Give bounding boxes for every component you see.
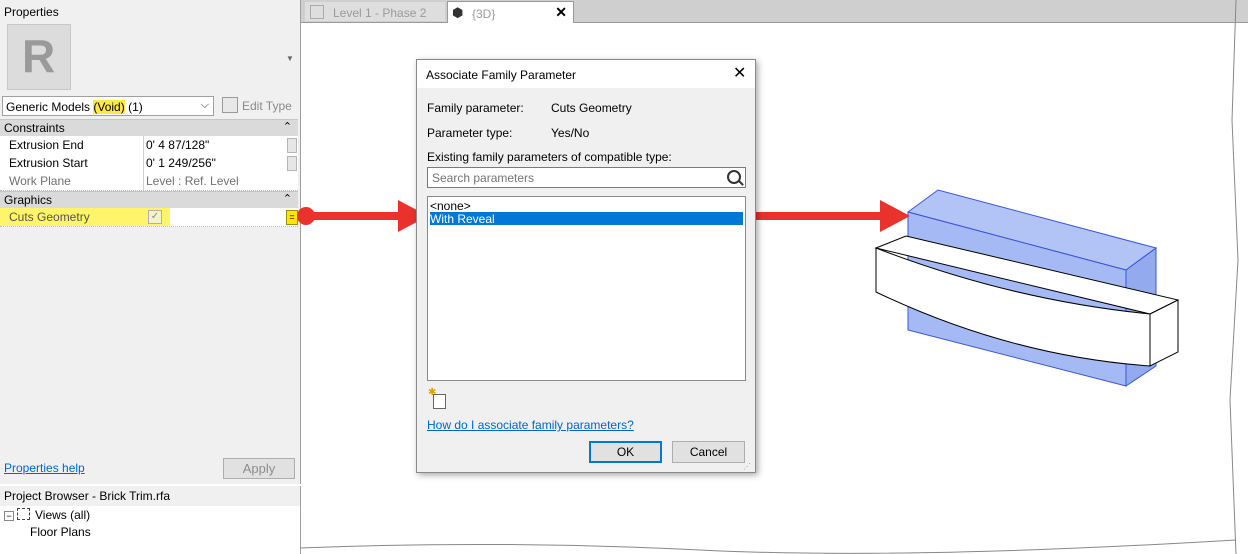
family-parameter-label: Family parameter: (427, 101, 524, 115)
new-parameter-icon[interactable] (428, 387, 446, 409)
ok-button[interactable]: OK (589, 441, 662, 463)
parameter-type-label: Parameter type: (427, 126, 513, 140)
associate-family-parameter-dialog: Associate Family Parameter ✕ Family para… (416, 59, 756, 473)
parameter-type-value: Yes/No (551, 126, 590, 140)
resize-grip-icon[interactable]: ⋰ (743, 462, 751, 471)
list-item[interactable]: <none> (430, 199, 743, 213)
help-link[interactable]: How do I associate family parameters? (427, 418, 634, 432)
arrow-annotation-1 (297, 200, 428, 232)
list-item-selected[interactable]: With Reveal (430, 212, 743, 226)
dialog-title: Associate Family Parameter (426, 68, 577, 82)
cancel-button[interactable]: Cancel (672, 441, 745, 463)
search-icon[interactable] (727, 170, 741, 184)
arrow-annotation-2 (729, 200, 910, 232)
parameter-list[interactable]: <none> With Reveal (427, 196, 746, 381)
search-input[interactable] (430, 169, 714, 187)
existing-parameters-label: Existing family parameters of compatible… (427, 150, 672, 164)
search-parameters[interactable] (427, 167, 746, 188)
family-parameter-value: Cuts Geometry (551, 101, 632, 115)
close-icon[interactable]: ✕ (733, 63, 746, 83)
